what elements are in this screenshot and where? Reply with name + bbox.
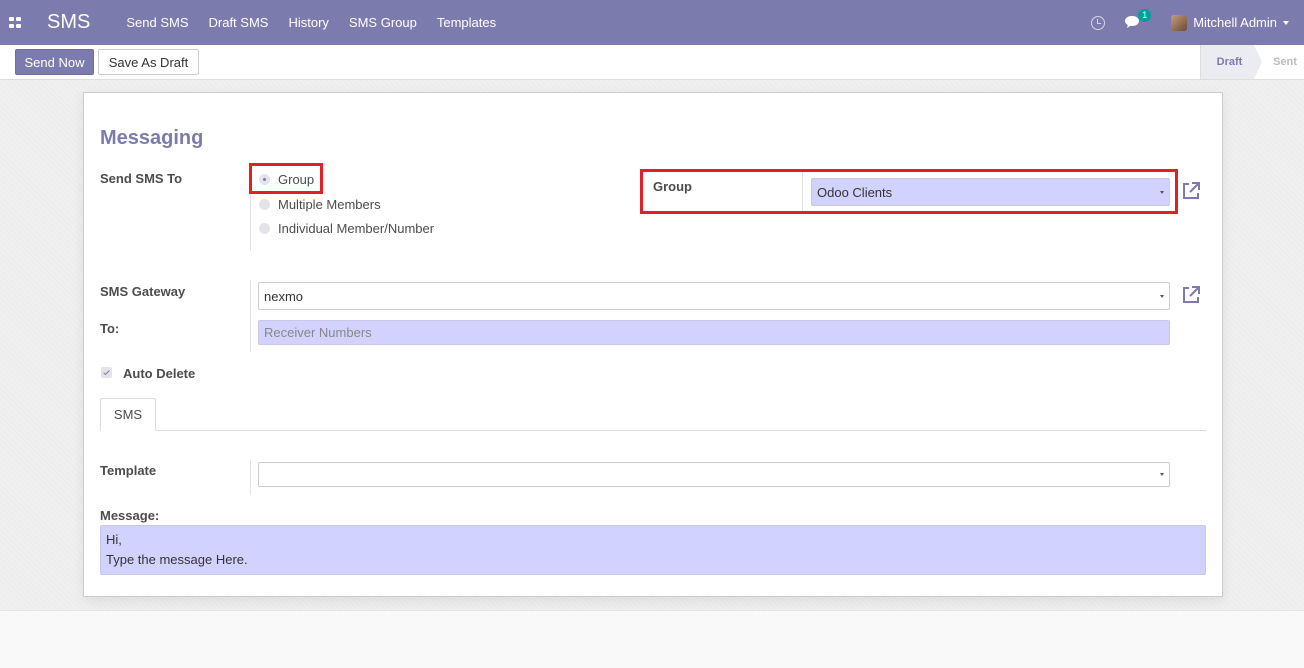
menu-sms-group[interactable]: SMS Group — [349, 15, 417, 30]
save-as-draft-button[interactable]: Save As Draft — [98, 49, 199, 75]
send-now-button[interactable]: Send Now — [15, 49, 94, 75]
footer-area — [0, 610, 1304, 668]
message-line: Hi, — [106, 532, 122, 547]
radio-button[interactable] — [259, 222, 270, 234]
menu-draft-sms[interactable]: Draft SMS — [209, 15, 269, 30]
radio-button[interactable] — [259, 198, 270, 210]
sms-gateway-value: nexmo — [264, 288, 304, 304]
status-draft[interactable]: Draft — [1200, 45, 1262, 79]
tab-divider — [100, 430, 1206, 431]
top-navbar: SMS Send SMS Draft SMS History SMS Group… — [0, 0, 1304, 45]
receiver-numbers-placeholder: Receiver Numbers — [264, 325, 372, 340]
status-bar: Draft Sent — [1200, 45, 1304, 79]
radio-option-multiple-members[interactable]: Multiple Members — [259, 194, 434, 214]
message-textarea[interactable]: Hi, Type the message Here. — [100, 525, 1206, 575]
menu-send-sms[interactable]: Send SMS — [126, 15, 188, 30]
message-line: Type the message Here. — [106, 552, 248, 567]
template-select[interactable] — [258, 462, 1170, 487]
message-count-badge: 1 — [1138, 8, 1152, 22]
app-title: SMS — [47, 11, 91, 33]
chevron-down-icon — [1160, 473, 1164, 476]
auto-delete-checkbox[interactable] — [101, 367, 112, 378]
receiver-numbers-input[interactable]: Receiver Numbers — [258, 320, 1170, 345]
chevron-down-icon — [1160, 295, 1164, 298]
menu-templates[interactable]: Templates — [437, 15, 496, 30]
radio-label-individual: Individual Member/Number — [278, 220, 435, 236]
form-sheet: Messaging Send SMS To Group Multiple Mem… — [83, 92, 1223, 597]
apps-menu-icon[interactable] — [9, 17, 22, 28]
to-label: To: — [100, 321, 120, 336]
radio-option-individual[interactable]: Individual Member/Number — [259, 218, 434, 238]
template-label: Template — [100, 463, 157, 478]
auto-delete-label: Auto Delete — [123, 366, 196, 381]
chevron-down-icon[interactable] — [1283, 20, 1289, 25]
user-name[interactable]: Mitchell Admin — [1193, 15, 1277, 30]
send-sms-to-label: Send SMS To — [100, 171, 183, 186]
highlight-box-group-field — [640, 169, 1178, 214]
control-panel: Send Now Save As Draft Draft Sent — [0, 45, 1304, 80]
sms-gateway-label: SMS Gateway — [100, 284, 186, 299]
highlight-box-group-option — [249, 163, 323, 194]
sms-gateway-select[interactable]: nexmo — [258, 282, 1170, 310]
message-label: Message: — [100, 508, 160, 523]
radio-label-multiple-members: Multiple Members — [278, 196, 381, 212]
activity-clock-icon[interactable] — [1091, 15, 1106, 30]
external-link-icon[interactable] — [1181, 181, 1201, 201]
tab-sms[interactable]: SMS — [100, 398, 156, 431]
page-title: Messaging — [100, 127, 204, 149]
messages-button[interactable]: 1 — [1124, 8, 1152, 31]
avatar[interactable] — [1171, 14, 1188, 31]
menu-history[interactable]: History — [288, 15, 328, 30]
external-link-icon[interactable] — [1181, 285, 1201, 305]
